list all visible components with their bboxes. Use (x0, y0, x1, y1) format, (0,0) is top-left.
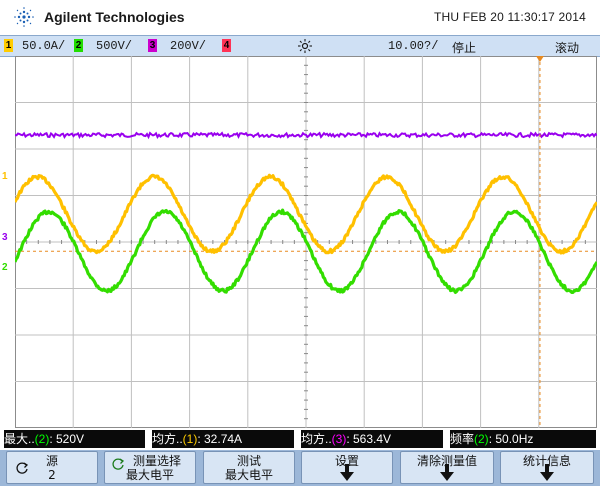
trigger-position-marker-icon (535, 56, 544, 62)
softkey-statistics[interactable]: 统计信息 (500, 451, 594, 484)
measurement-4-source: (2) (474, 432, 489, 446)
channel-status-bar: 1 50.0A/ 2 500V/ 3 200V/ 4 10.00?/ 停止 滚动 (0, 35, 600, 57)
measurement-1-source: (2) (34, 432, 50, 446)
submenu-arrow-icon (440, 464, 454, 481)
channel-2-scale: 500V/ (96, 39, 133, 53)
softkey-measure-label: 测试 (236, 454, 261, 468)
measurement-2-source: (1) (182, 432, 198, 446)
channel-3-badge[interactable]: 3 (148, 39, 157, 52)
run-state: 停止 (452, 41, 477, 55)
acquisition-sun-icon (298, 39, 312, 53)
submenu-arrow-icon (540, 464, 554, 481)
measurement-1-value: : 520V (49, 432, 85, 446)
measurement-4-label: 频率 (450, 432, 475, 446)
measurement-3: 均方..(3): 563.4V (301, 430, 443, 448)
channel-3-ground-marker[interactable]: 3 (2, 232, 8, 243)
measurement-2: 均方..(1): 32.74A (152, 430, 294, 448)
softkey-bar: 源 2 测量选择 最大电平 测试 最大电平 设置 清除测量值 统计信息 (0, 450, 600, 486)
measurement-1-label: 最大.. (4, 432, 35, 446)
measurement-3-label: 均方.. (301, 432, 332, 446)
softkey-clear-measurements[interactable]: 清除测量值 (400, 451, 494, 484)
channel-4-badge[interactable]: 4 (222, 39, 231, 52)
channel-1-badge[interactable]: 1 (4, 39, 13, 52)
channel-2-badge[interactable]: 2 (74, 39, 83, 52)
measurement-4: 频率(2): 50.0Hz (450, 430, 596, 448)
softkey-measure[interactable]: 测试 最大电平 (203, 451, 295, 484)
brand-name: Agilent Technologies (44, 9, 185, 25)
channel-1-scale: 50.0A/ (22, 39, 66, 53)
waveform-display (15, 56, 597, 428)
agilent-spark-logo-icon (14, 7, 34, 27)
softkey-measure-select[interactable]: 测量选择 最大电平 (104, 451, 196, 484)
oscilloscope-screen: Agilent Technologies THU FEB 20 11:30:17… (0, 0, 600, 486)
channel-3-scale: 200V/ (170, 39, 207, 53)
rotate-knob-icon (112, 458, 125, 470)
submenu-arrow-icon (340, 464, 354, 481)
date-time: THU FEB 20 11:30:17 2014 (434, 10, 586, 24)
softkey-measure-value: 最大电平 (224, 468, 273, 482)
header: Agilent Technologies THU FEB 20 11:30:17… (0, 0, 600, 34)
rotate-knob-icon (16, 462, 29, 474)
acquisition-mode: 滚动 (555, 41, 580, 55)
measurement-4-value: : 50.0Hz (488, 432, 534, 446)
measurement-3-value: : 563.4V (346, 432, 392, 446)
measurement-2-label: 均方.. (152, 432, 183, 446)
measurement-2-value: : 32.74A (197, 432, 243, 446)
measurement-3-source: (3) (331, 432, 347, 446)
softkey-settings[interactable]: 设置 (301, 451, 393, 484)
softkey-source[interactable]: 源 2 (6, 451, 98, 484)
timebase-scale: 10.00?/ (388, 39, 439, 53)
channel-1-ground-marker[interactable]: 1 (2, 171, 8, 182)
measurement-1: 最大..(2): 520V (4, 430, 145, 448)
channel-2-ground-marker[interactable]: 2 (2, 262, 8, 273)
